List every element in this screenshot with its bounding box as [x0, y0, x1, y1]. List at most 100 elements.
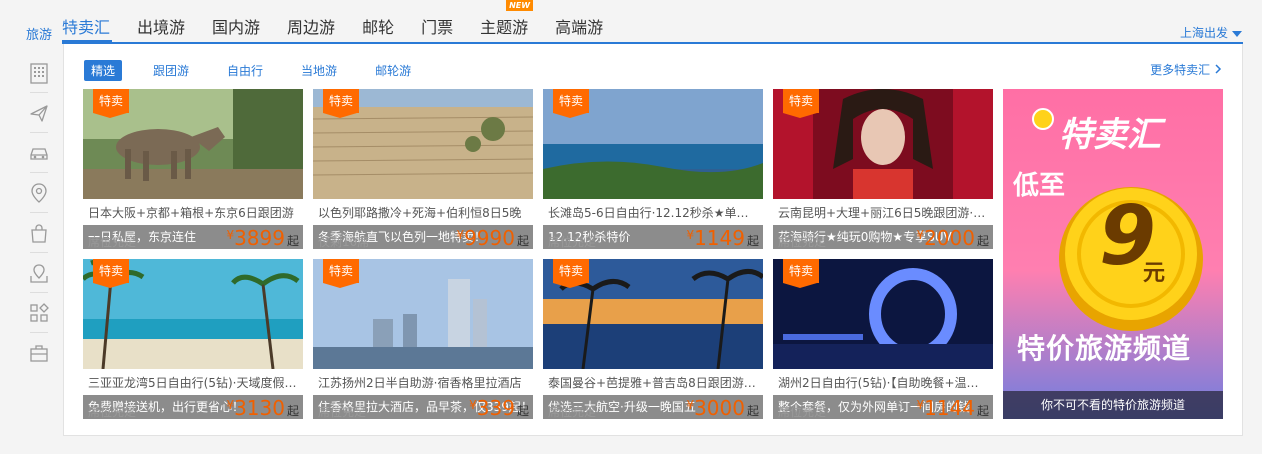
new-badge: NEW: [506, 0, 534, 11]
promo-channel-title: 特价旅游频道: [1017, 332, 1192, 365]
departure-city-selector[interactable]: 上海出发: [1180, 24, 1242, 41]
top-nav: 特卖汇 出境游 国内游 周边游 邮轮 门票 主题游 NEW 高端游: [62, 0, 630, 42]
deals-panel: 精选 跟团游 自由行 当地游 邮轮游 更多特卖汇 特卖 一日私屋，东京连住 日本…: [63, 44, 1243, 436]
rail-divider: [30, 292, 48, 293]
rail-divider: [30, 172, 48, 173]
price-value: 1149: [694, 226, 745, 250]
price-suffix: 起: [976, 404, 989, 418]
deal-card[interactable]: 特卖 整个套餐，仅为外网单订一间房的钱 湖州2日自由行(5钻)·【自助晚餐+温泉…: [773, 259, 993, 420]
nav-tab-cruise[interactable]: 邮轮: [362, 14, 394, 42]
seat-status: 席位充足: [318, 405, 367, 419]
deal-card[interactable]: 特卖 12.12秒杀特价 长滩岛5-6日自由行·12.12秒杀★单机票 席位充足…: [543, 89, 763, 250]
deal-title[interactable]: 泰国曼谷+芭提雅+普吉岛8日跟团游·国五: [548, 374, 758, 391]
rail-divider: [30, 252, 48, 253]
currency-symbol: ¥: [226, 398, 235, 412]
price-value: 3899: [234, 226, 285, 250]
deal-card[interactable]: 特卖 优选三大航空·升级一晚国五 泰国曼谷+芭提雅+普吉岛8日跟团游·国五 席位…: [543, 259, 763, 420]
seat-status: 席位充足: [548, 405, 597, 419]
sale-tag: 特卖: [93, 259, 130, 288]
nav-tab-tehuihui[interactable]: 特卖汇: [62, 14, 110, 42]
shopping-bag-icon[interactable]: [28, 222, 50, 244]
currency-symbol: ¥: [916, 228, 925, 242]
car-icon[interactable]: [28, 142, 50, 164]
currency-symbol: ¥: [469, 398, 477, 412]
apps-icon[interactable]: [28, 302, 50, 324]
seat-status: 席位充足: [548, 235, 597, 249]
departure-city-label: 上海出发: [1179, 26, 1228, 40]
deal-card[interactable]: 特卖 冬季海航直飞以色列一地特卖！ 以色列耶路撒冷+死海+伯利恒8日5晚 仅剩1…: [313, 89, 533, 250]
nav-tab-theme[interactable]: 主题游 NEW: [480, 0, 534, 42]
price-suffix: 起: [746, 234, 759, 248]
plane-icon[interactable]: [28, 102, 50, 124]
rail-divider: [30, 332, 48, 333]
location-pin-icon[interactable]: [28, 182, 50, 204]
deal-title[interactable]: 三亚亚龙湾5日自由行(5钻)·天域度假酒店: [88, 374, 298, 391]
price-value: 1144: [924, 396, 975, 420]
seat-status: 席位充足: [778, 405, 827, 419]
deal-title[interactable]: 云南昆明+大理+丽江6日5晚跟团游·纯玩: [778, 204, 988, 221]
nav-tab-luxury[interactable]: 高端游: [555, 14, 603, 42]
currency-symbol: ¥: [686, 228, 695, 242]
seat-status: 席位充足: [88, 235, 137, 249]
rail-divider: [30, 212, 48, 213]
promo-low-price: 低至: [1013, 171, 1066, 201]
deal-price: ¥1144 起: [916, 396, 989, 420]
nav-tab-theme-label: 主题游: [480, 18, 529, 37]
rail-divider: [30, 92, 48, 93]
promo-unit: 元: [1143, 261, 1166, 286]
deal-price: ¥3899 起: [226, 226, 299, 250]
nav-tab-nearby[interactable]: 周边游: [287, 14, 335, 42]
currency-symbol: ¥: [226, 228, 235, 242]
subtab-local-tour[interactable]: 当地游: [294, 60, 344, 81]
rail-label[interactable]: 旅游: [26, 24, 52, 43]
price-value: 3000: [694, 396, 745, 420]
nav-tab-outbound[interactable]: 出境游: [137, 14, 185, 42]
currency-symbol: ¥: [456, 228, 465, 242]
subtab-cruise-tour[interactable]: 邮轮游: [368, 60, 418, 81]
building-icon[interactable]: [28, 62, 50, 84]
deal-price: ¥3130 起: [226, 396, 299, 420]
price-value: 9990: [464, 226, 515, 250]
promo-brand: 特卖汇: [1059, 115, 1161, 155]
price-suffix: 起: [286, 404, 299, 418]
price-value: 3130: [234, 396, 285, 420]
nav-tab-domestic[interactable]: 国内游: [212, 14, 260, 42]
subtab-group-tour[interactable]: 跟团游: [146, 60, 196, 81]
deal-card[interactable]: 特卖 花海骑行★纯玩0购物★专享SUV 云南昆明+大理+丽江6日5晚跟团游·纯玩…: [773, 89, 993, 250]
deal-card[interactable]: 特卖 一日私屋，东京连住 日本大阪+京都+箱根+东京6日跟团游 席位充足 ¥38…: [83, 89, 303, 250]
more-deals-label: 更多特卖汇: [1150, 63, 1211, 77]
map-pin-icon[interactable]: [28, 262, 50, 284]
deal-price: ¥3000 起: [686, 396, 759, 420]
deal-card[interactable]: 特卖 住香格里拉大酒店，品早茶，仅339起！ 江苏扬州2日半自助游·宿香格里拉酒…: [313, 259, 533, 420]
deal-title[interactable]: 以色列耶路撒冷+死海+伯利恒8日5晚: [318, 204, 528, 221]
sub-tabs: 精选 跟团游 自由行 当地游 邮轮游: [84, 60, 442, 81]
rail-divider: [30, 132, 48, 133]
price-value: 2000: [924, 226, 975, 250]
promo-banner[interactable]: 特卖汇 低至 9 元 特价旅游频道 你不可不看的特价旅游频道: [1003, 89, 1223, 419]
sale-tag: 特卖: [553, 89, 590, 118]
sale-tag: 特卖: [783, 259, 820, 288]
promo-footer: 你不可不看的特价旅游频道: [1003, 391, 1223, 419]
deal-title[interactable]: 日本大阪+京都+箱根+东京6日跟团游: [88, 204, 298, 221]
more-deals-link[interactable]: 更多特卖汇: [1150, 61, 1222, 78]
chevron-down-icon: [1232, 30, 1242, 37]
subtab-free-travel[interactable]: 自由行: [220, 60, 270, 81]
sale-tag: 特卖: [323, 259, 360, 288]
subtab-featured[interactable]: 精选: [84, 60, 123, 81]
deal-card[interactable]: 特卖 免费赠接送机，出行更省心！ 三亚亚龙湾5日自由行(5钻)·天域度假酒店 席…: [83, 259, 303, 420]
price-suffix: 起: [976, 234, 989, 248]
deal-title[interactable]: 湖州2日自由行(5钻)·【自助晚餐+温泉】: [778, 374, 988, 391]
sale-tag: 特卖: [323, 89, 360, 118]
briefcase-icon[interactable]: [28, 342, 50, 364]
sale-tag: 特卖: [783, 89, 820, 118]
seat-status: 席位充足: [778, 235, 827, 249]
deal-title[interactable]: 长滩岛5-6日自由行·12.12秒杀★单机票: [548, 204, 758, 221]
seat-status: 仅剩10席: [318, 235, 370, 249]
sale-tag: 特卖: [93, 89, 130, 118]
sale-tag: 特卖: [553, 259, 590, 288]
deal-price: ¥9990 起: [456, 226, 529, 250]
deal-title[interactable]: 江苏扬州2日半自助游·宿香格里拉酒店: [318, 374, 528, 391]
price-suffix: 起: [516, 404, 529, 418]
nav-tab-tickets[interactable]: 门票: [421, 14, 453, 42]
active-tab-underline: [62, 40, 112, 43]
